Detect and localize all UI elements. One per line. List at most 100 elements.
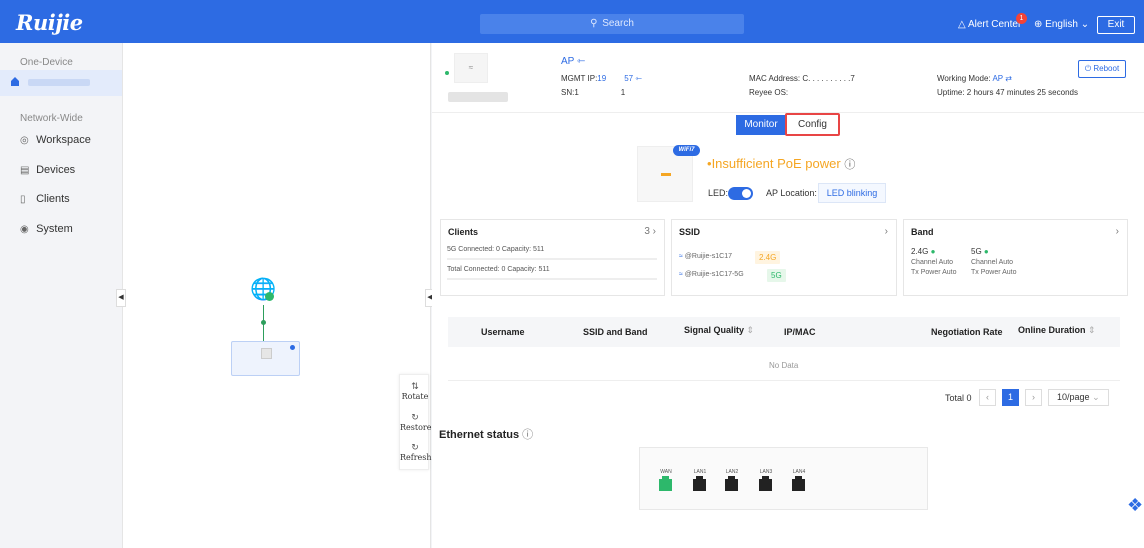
mgmt-ip: MGMT IP:19 57 ⇽	[561, 74, 642, 83]
sn-label: SN:	[561, 88, 575, 97]
column-ip-mac: IP/MAC	[784, 327, 816, 337]
network-wide-heading: Network-Wide	[20, 113, 83, 124]
reboot-label: Reboot	[1093, 64, 1120, 73]
ethernet-title-text: Ethernet status	[439, 429, 520, 441]
restore-button[interactable]: ↻ Restore	[400, 413, 432, 432]
band-tag-5g: 5G	[767, 269, 786, 282]
led-toggle[interactable]	[728, 187, 753, 200]
status-dot-icon: ●	[930, 247, 936, 256]
band-tag-24g: 2.4G	[755, 251, 781, 264]
chevron-right-icon[interactable]: ›	[1116, 226, 1119, 237]
ap-thumbnail-icon	[261, 348, 272, 359]
working-mode-value[interactable]: AP	[992, 74, 1003, 83]
help-icon[interactable]: ⓘ	[844, 159, 855, 171]
topology-device-node[interactable]	[231, 341, 300, 376]
sidebar-item-device[interactable]	[0, 70, 122, 96]
refresh-button[interactable]: ↻ Refresh	[400, 443, 432, 462]
band-5g-channel: Channel Auto	[971, 259, 1014, 266]
mgmt-ip-end: 57	[624, 74, 634, 83]
band-name: 2.4G	[911, 247, 929, 256]
wifi7-badge: WiFi7	[673, 145, 700, 156]
port-label-lan2: LAN2	[725, 469, 739, 475]
port-lan3-icon[interactable]	[759, 476, 772, 491]
port-label-lan3: LAN3	[759, 469, 773, 475]
chevron-right-icon: ›	[652, 226, 656, 237]
chevron-down-icon: ⌄	[1080, 19, 1090, 30]
uptime: Uptime: 2 hours 47 minutes 25 seconds	[937, 88, 1078, 97]
ruijie-logo[interactable]: Ruijie	[16, 10, 83, 35]
rotate-label: Rotate	[401, 392, 429, 401]
edit-ip-icon[interactable]: ⇽	[635, 74, 642, 83]
pagination-total: Total 0	[945, 393, 972, 403]
sort-icon: ⇕	[746, 325, 755, 335]
switch-mode-icon[interactable]: ⇄	[1005, 74, 1012, 83]
mac-label: MAC Address:	[749, 74, 801, 83]
signal-quality-label: Signal Quality	[684, 325, 745, 335]
chevron-left-icon: ◀	[118, 294, 124, 301]
port-label-wan: WAN	[660, 469, 672, 475]
port-lan2-icon[interactable]	[725, 476, 738, 491]
chevron-right-icon[interactable]: ›	[885, 226, 888, 237]
chevron-right-icon: ›	[1032, 392, 1035, 402]
topology-panel[interactable]	[122, 43, 431, 548]
page-1-button[interactable]: 1	[1002, 389, 1019, 406]
tab-monitor[interactable]: Monitor	[736, 115, 786, 135]
rotate-icon: ⇅	[411, 382, 419, 392]
sidebar-item-workspace[interactable]: ◎ Workspace	[20, 134, 91, 146]
home-icon	[11, 77, 19, 86]
ssid-card[interactable]: SSID › ≈ @Ruijie-s1C17 2.4G ≈ @Ruijie-s1…	[671, 219, 897, 296]
exit-button[interactable]: Exit	[1097, 16, 1135, 34]
edit-icon: ⇽	[576, 56, 586, 67]
sidebar-item-label: Devices	[36, 164, 76, 176]
band-24g-power: Tx Power Auto	[911, 269, 957, 276]
band-card[interactable]: Band › 2.4G ● Channel Auto Tx Power Auto…	[903, 219, 1128, 296]
alert-center-button[interactable]: △ Alert Center	[958, 19, 1021, 30]
sidebar-item-clients[interactable]: ▯ Clients	[20, 193, 70, 205]
ssid-card-title: SSID	[679, 227, 701, 237]
redacted-device-label	[448, 92, 508, 102]
help-icon[interactable]: ⓘ	[522, 429, 533, 441]
device-name[interactable]: AP ⇽	[561, 56, 585, 67]
assistant-icon[interactable]: ❖	[1127, 495, 1143, 516]
ssid-24g-name: ≈ @Ruijie-s1C17	[679, 253, 732, 260]
mac-address: MAC Address: C. . . . . . . . . .7	[749, 74, 855, 83]
sidebar-item-system[interactable]: ◉ System	[20, 223, 73, 235]
rotate-button[interactable]: ⇅ Rotate	[400, 382, 430, 401]
tab-config[interactable]: Config	[785, 113, 840, 136]
ssid-5g-name: ≈ @Ruijie-s1C17-5G	[679, 271, 744, 278]
search-icon: ⚲	[590, 18, 598, 29]
clients-card[interactable]: Clients 3 › 5G Connected: 0 Capacity: 51…	[440, 219, 665, 296]
clients-card-link[interactable]: 3 ›	[644, 226, 656, 237]
port-lan1-icon[interactable]	[693, 476, 706, 491]
prev-page-button[interactable]: ‹	[979, 389, 996, 406]
column-online-duration[interactable]: Online Duration ⇕	[1018, 325, 1096, 336]
ap-device-image-icon: ≈	[454, 53, 488, 83]
language-label: English	[1045, 19, 1078, 30]
port-lan4-icon[interactable]	[792, 476, 805, 491]
column-ssid-band: SSID and Band	[583, 327, 648, 337]
ap-location-label: AP Location:	[766, 188, 817, 198]
reboot-button[interactable]: ⏻ Reboot	[1078, 60, 1126, 78]
serial-number: SN:1 1	[561, 88, 625, 97]
next-page-button[interactable]: ›	[1025, 389, 1042, 406]
led-blinking-button[interactable]: LED blinking	[818, 183, 886, 203]
ssid-name: @Ruijie-s1C17-5G	[684, 271, 744, 278]
sidebar-item-devices[interactable]: ▤ Devices	[20, 164, 75, 176]
page-size-select[interactable]: 10/page ⌄	[1048, 389, 1109, 406]
search-box[interactable]: ⚲ Search	[480, 14, 744, 34]
search-placeholder: Search	[602, 18, 634, 29]
ap-led-indicator	[661, 173, 671, 176]
collapse-sidebar-toggle[interactable]: ◀	[116, 289, 126, 307]
column-signal-quality[interactable]: Signal Quality ⇕	[684, 325, 754, 336]
language-selector[interactable]: ⊕ English ⌄	[1034, 19, 1089, 30]
port-wan-icon[interactable]	[659, 476, 672, 491]
sidebar-item-label: System	[36, 223, 73, 235]
restore-icon: ↻	[411, 413, 419, 423]
one-device-heading: One-Device	[20, 57, 73, 68]
working-mode-label: Working Mode:	[937, 74, 991, 83]
wifi-icon: ≈	[679, 271, 683, 278]
sidebar-item-label: Clients	[36, 193, 70, 205]
column-username: Username	[481, 327, 525, 337]
ethernet-port-panel	[639, 447, 928, 510]
restore-label: Restore	[400, 423, 432, 432]
